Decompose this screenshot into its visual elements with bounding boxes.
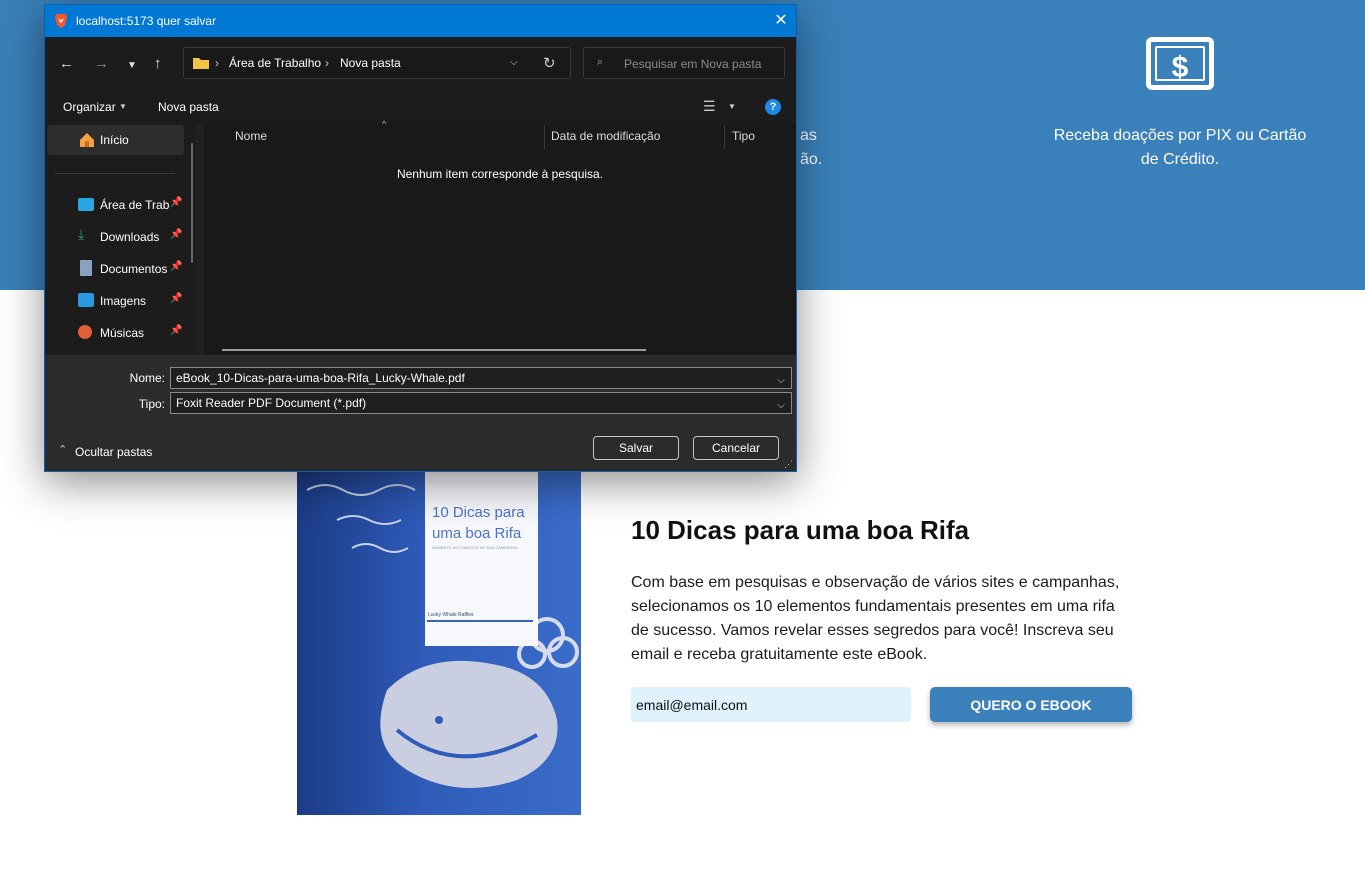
nav-music-label: Músicas <box>100 326 145 340</box>
desktop-icon <box>78 198 94 211</box>
column-header-modified[interactable]: Data de modificação <box>551 129 660 143</box>
chevron-up-icon[interactable]: ⌃ <box>58 443 67 456</box>
new-folder-button[interactable]: Nova pasta <box>158 100 219 114</box>
column-divider[interactable] <box>724 125 725 149</box>
nav-divider <box>55 173 175 174</box>
dialog-toolbar: Organizar ▼ Nova pasta ☰ ▼ ? <box>45 91 796 123</box>
get-ebook-button[interactable]: QUERO O EBOOK <box>930 687 1132 722</box>
up-arrow-icon[interactable]: ↑ <box>154 56 162 72</box>
navigation-row: ← → ▼ ↑ › Área de Trabalho › Nova pasta … <box>45 37 796 91</box>
cover-title: 10 Dicas para uma boa Rifa <box>432 504 525 542</box>
recent-chevron-icon[interactable]: ▼ <box>127 58 137 74</box>
close-icon[interactable]: ✕ <box>766 5 796 37</box>
dialog-title: localhost:5173 quer salvar <box>76 14 217 28</box>
breadcrumb-desktop[interactable]: Área de Trabalho <box>229 56 321 70</box>
pin-icon[interactable]: 📌 <box>170 261 182 272</box>
save-file-dialog: localhost:5173 quer salvar ✕ ← → ▼ ↑ › Á… <box>44 4 797 472</box>
organize-menu[interactable]: Organizar <box>63 100 116 114</box>
file-name-value: eBook_10-Dicas-para-uma-boa-Rifa_Lucky-W… <box>176 371 465 385</box>
feature-text-partial: as ão. <box>800 127 823 168</box>
home-icon <box>80 133 94 147</box>
music-icon <box>78 325 92 339</box>
feature-text-pix: Receba doações por PIX ou Cartão de Créd… <box>1053 127 1307 168</box>
view-chevron-icon[interactable]: ▼ <box>728 102 736 111</box>
cover-author: Lucky Whale Raffles <box>428 612 474 618</box>
pin-icon[interactable]: 📌 <box>170 293 182 304</box>
breadcrumb-separator-icon: › <box>215 56 219 70</box>
type-field-label: Tipo: <box>138 397 165 411</box>
organize-chevron-icon[interactable]: ▼ <box>119 102 127 111</box>
pin-icon[interactable]: 📌 <box>170 197 182 208</box>
cover-divider <box>427 620 533 622</box>
address-bar[interactable]: › Área de Trabalho › Nova pasta ⌵ ↻ <box>183 47 571 79</box>
file-type-select[interactable]: Foxit Reader PDF Document (*.pdf) ⌵ <box>170 392 792 414</box>
refresh-icon[interactable]: ↻ <box>543 54 556 72</box>
nav-images-label: Imagens <box>100 294 147 308</box>
search-box[interactable]: ⌕ Pesquisar em Nova pasta <box>583 47 785 79</box>
cover-subtitle: AUMENTE AS CHANCES DE SUA CAMPANHA <box>432 545 518 550</box>
dialog-title-bar: localhost:5173 quer salvar ✕ <box>45 5 796 37</box>
breadcrumb-separator-icon: › <box>325 56 329 70</box>
ebook-heading: 10 Dicas para uma boa Rifa <box>631 515 970 545</box>
nav-desktop-label: Área de Trabalho <box>100 198 170 212</box>
dialog-bottom-area: Nome: eBook_10-Dicas-para-uma-boa-Rifa_L… <box>45 355 796 471</box>
chevron-down-icon[interactable]: ⌵ <box>777 371 785 391</box>
horizontal-scrollbar[interactable] <box>222 349 646 351</box>
chevron-down-icon[interactable]: ⌵ <box>510 57 518 68</box>
search-placeholder: Pesquisar em Nova pasta <box>624 57 762 71</box>
back-arrow-icon[interactable]: ← <box>59 56 74 72</box>
search-icon: ⌕ <box>597 56 604 68</box>
nav-downloads-label: Downloads <box>100 230 160 244</box>
ebook-description: Com base em pesquisas e observação de vá… <box>631 574 1120 663</box>
resize-grip-icon[interactable]: ⋰ <box>784 459 793 470</box>
save-button[interactable]: Salvar <box>593 436 679 460</box>
name-field-label: Nome: <box>129 371 165 385</box>
column-divider[interactable] <box>544 125 545 149</box>
email-input[interactable] <box>631 687 911 722</box>
image-icon <box>78 293 94 307</box>
column-header-type[interactable]: Tipo <box>732 129 755 143</box>
help-icon[interactable]: ? <box>765 99 781 115</box>
empty-message: Nenhum item corresponde à pesquisa. <box>396 167 604 181</box>
column-header-name[interactable]: Nome <box>235 129 267 143</box>
forward-arrow-icon[interactable]: → <box>94 56 109 72</box>
sort-up-icon: ^ <box>382 119 387 129</box>
nav-item-home[interactable]: Início <box>47 125 184 155</box>
ebook-cover-image: 10 Dicas para uma boa Rifa AUMENTE AS CH… <box>297 440 581 815</box>
brave-lion-icon <box>55 14 67 28</box>
file-name-input[interactable]: eBook_10-Dicas-para-uma-boa-Rifa_Lucky-W… <box>170 367 792 389</box>
nav-scrollbar[interactable] <box>191 143 193 263</box>
pin-icon[interactable]: 📌 <box>170 325 182 336</box>
navigation-pane: Início Área de Trabalho 📌 ⤓ Downloads 📌 … <box>45 123 195 355</box>
folder-icon <box>193 58 209 69</box>
document-icon <box>80 260 92 276</box>
money-icon: $ <box>1146 37 1214 90</box>
file-list: Nome ^ Data de modificação Tipo Nenhum i… <box>204 119 796 355</box>
hide-folders-button[interactable]: Ocultar pastas <box>75 445 152 459</box>
nav-documents-label: Documentos <box>100 262 168 276</box>
download-icon: ⤓ <box>78 226 85 242</box>
chevron-down-icon[interactable]: ⌵ <box>777 396 785 416</box>
view-list-icon[interactable]: ☰ <box>703 98 716 115</box>
file-type-value: Foxit Reader PDF Document (*.pdf) <box>176 396 367 410</box>
cancel-button[interactable]: Cancelar <box>693 436 779 460</box>
nav-home-label: Início <box>100 133 129 147</box>
pin-icon[interactable]: 📌 <box>170 229 182 240</box>
breadcrumb-new-folder[interactable]: Nova pasta <box>340 56 401 70</box>
ebook-cover-card: 10 Dicas para uma boa Rifa AUMENTE AS CH… <box>425 460 538 646</box>
